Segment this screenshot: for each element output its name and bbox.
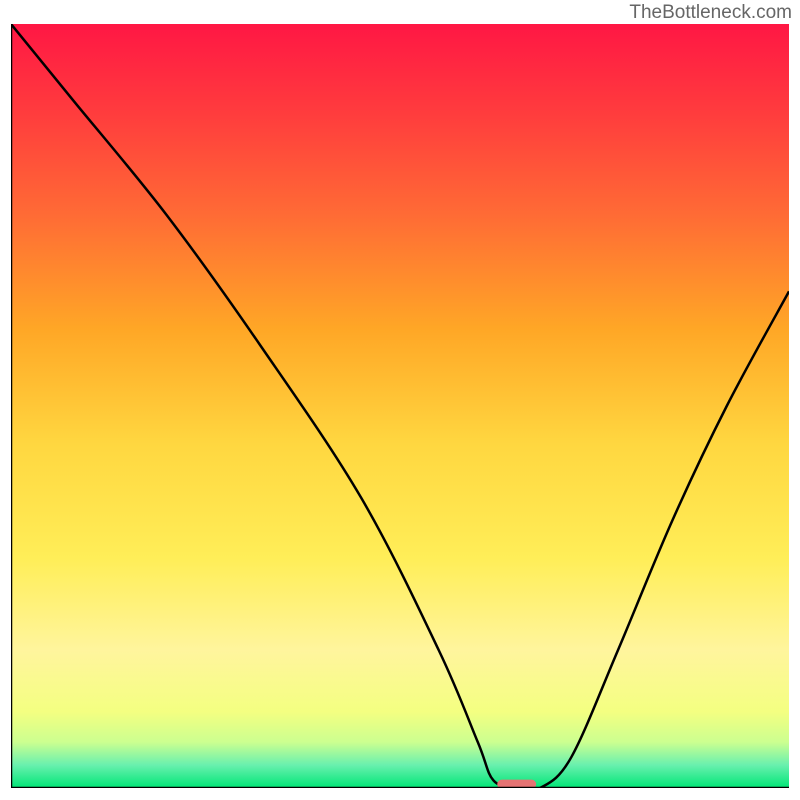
bottleneck-chart [11,24,789,788]
chart-background [11,24,789,788]
chart-container [11,24,789,788]
watermark-text: TheBottleneck.com [629,2,792,24]
optimal-marker [497,780,536,788]
